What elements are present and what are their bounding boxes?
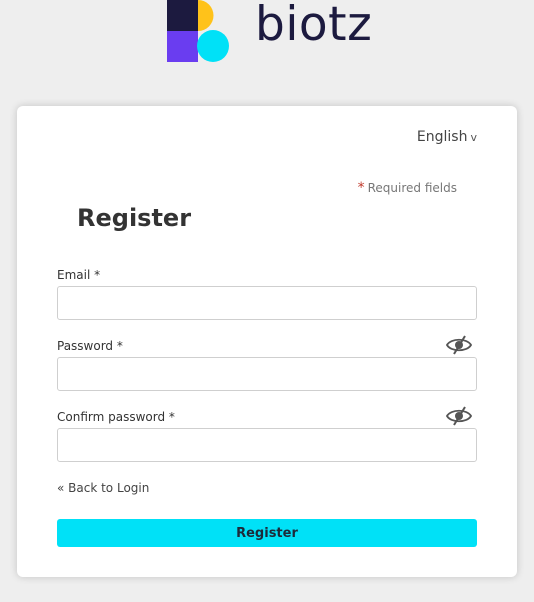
brand-logo: biotz [167,0,377,62]
language-selector[interactable]: English v [417,129,477,145]
logo-mark-icon [167,0,229,62]
chevron-down-icon: v [470,131,477,144]
password-label: Password * [57,339,123,353]
language-label: English [416,129,468,145]
back-to-login-link[interactable]: « Back to Login [57,481,149,495]
email-label: Email * [57,268,101,282]
confirm-password-field[interactable] [57,428,477,462]
page: biotz English v * Required fields Register… [0,0,534,602]
brand-wordmark: biotz [255,0,373,52]
password-field[interactable] [57,357,477,391]
eye-slash-icon[interactable] [446,335,472,355]
confirm-password-label: Confirm password * [57,410,175,424]
page-title: Register [77,204,192,232]
required-fields-text: Required fields [367,181,457,195]
register-button[interactable]: Register [57,519,477,547]
required-star: * [357,180,365,196]
register-card: English v * Required fields Register Email… [17,106,517,577]
required-fields-note: * Required fields [358,180,457,196]
eye-slash-icon[interactable] [446,406,472,426]
email-field[interactable] [57,286,477,320]
